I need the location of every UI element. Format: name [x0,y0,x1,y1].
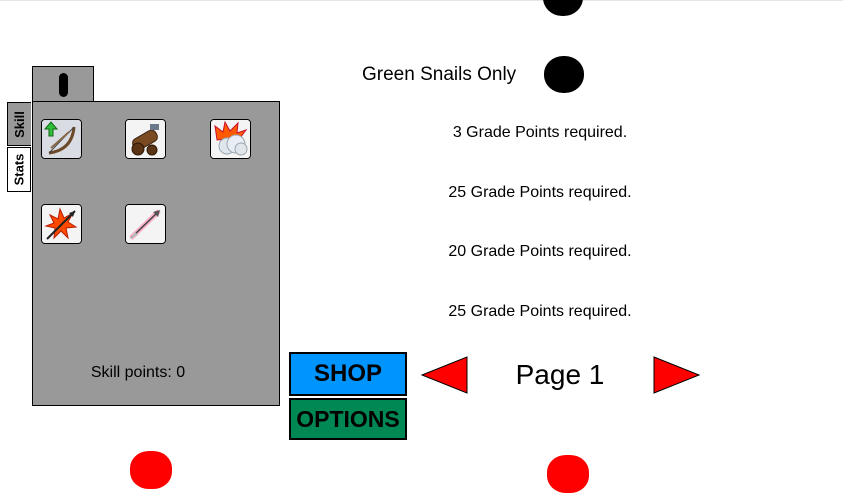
tab-stats-label: Stats [11,153,27,186]
cannon-icon[interactable] [125,119,166,159]
explosion-cloud-icon[interactable] [210,119,251,159]
filter-label: Green Snails Only [362,64,517,85]
filter-toggle[interactable] [544,56,584,93]
toggle-blob-top[interactable] [543,0,583,16]
tab-stats[interactable]: Stats [7,147,31,192]
handle-knob [59,73,68,97]
requirement-text: 20 Grade Points required. [448,243,632,260]
prev-page-arrow[interactable] [421,356,469,394]
skill-points-label: Skill points: 0 [90,364,186,381]
requirement-text: 3 Grade Points required. [452,124,628,141]
red-blob-left[interactable] [130,451,172,489]
options-button[interactable]: OPTIONS [289,398,407,440]
pink-arrow-icon[interactable] [125,204,166,244]
next-page-arrow[interactable] [653,356,701,394]
shop-button[interactable]: SHOP [289,352,407,396]
page-label: Page 1 [515,359,605,390]
tab-skill[interactable]: Skill [7,102,31,146]
requirement-text: 25 Grade Points required. [448,184,632,201]
red-blob-right[interactable] [547,455,589,493]
top-divider [0,0,843,1]
requirement-text: 25 Grade Points required. [448,303,632,320]
tab-skill-label: Skill [12,110,27,138]
panel-handle[interactable] [32,66,94,102]
fire-arrow-icon[interactable] [41,204,82,244]
bow-upgrade-icon[interactable] [41,119,82,159]
